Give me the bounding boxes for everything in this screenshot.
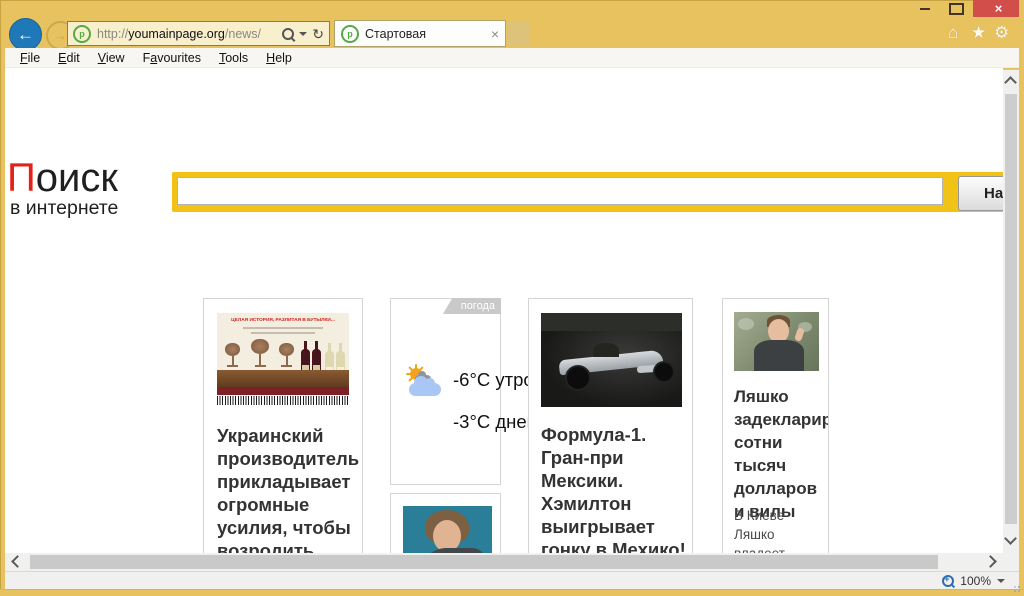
maximize-icon [949, 3, 964, 15]
f1-cockpit-shape [593, 343, 619, 357]
menu-edit[interactable]: Edit [49, 51, 89, 65]
wine-image-subtext-line [251, 332, 315, 334]
new-tab-button[interactable] [508, 21, 530, 46]
url-text: http://youmainpage.org/news/ [97, 27, 261, 41]
site-favicon: p [73, 25, 91, 43]
wine-image-caption: ЦЕЛАЯ ИСТОРИЯ, РАЗЛИТАЯ В БУТЫЛКИ... [230, 318, 336, 323]
zoom-control[interactable]: 100% [942, 574, 1005, 588]
resize-grip[interactable] [1018, 590, 1020, 592]
menu-file[interactable]: File [11, 51, 49, 65]
f1-article-image[interactable] [541, 313, 682, 407]
chevron-down-icon[interactable] [299, 32, 307, 36]
wine-glass-shape [225, 343, 240, 367]
back-button[interactable]: ← [9, 18, 42, 51]
search-icon[interactable] [282, 28, 294, 40]
news-card-wine: ЦЕЛАЯ ИСТОРИЯ, РАЗЛИТАЯ В БУТЫЛКИ... Укр… [203, 298, 363, 553]
tab-startovaya[interactable]: p Стартовая × [334, 20, 506, 47]
f1-background-shape [541, 313, 682, 331]
zoom-magnifier-icon [942, 575, 954, 587]
portrait-article-image[interactable] [403, 506, 492, 553]
news-snippet: В Киеве Ляшко владеет двумя квартирами, [734, 506, 822, 553]
browser-window: × ← → p http://youmainpage.org/news/ ↻ p… [0, 0, 1024, 596]
logo-subtitle: в интернете [10, 199, 118, 219]
scroll-left-icon[interactable] [11, 555, 24, 568]
weather-widget: погода -6°C утром -3°C днем [390, 298, 501, 485]
wine-banner-strip [217, 387, 349, 395]
scroll-right-icon[interactable] [984, 555, 997, 568]
search-form: Найти [172, 172, 1003, 212]
wine-glass-shape [251, 339, 269, 367]
f1-wheel-shape [653, 361, 675, 383]
thumbs-up-shape [794, 327, 805, 342]
minimize-button[interactable] [912, 0, 938, 17]
menu-tools[interactable]: Tools [210, 51, 257, 65]
background-blob [738, 318, 754, 330]
wine-image-subtext-line [243, 327, 323, 329]
temperature-day: -3°C днем [453, 411, 539, 433]
close-button[interactable]: × [973, 0, 1024, 17]
minimize-icon [920, 8, 930, 10]
logo-title: Поиск [7, 158, 118, 198]
horizontal-scrollbar-thumb[interactable] [30, 555, 938, 569]
lyashko-body-shape [754, 340, 804, 371]
window-frame [0, 589, 1024, 596]
news-card-lyashko: Ляшко задеклариро сотни тысяч долларов и… [722, 298, 829, 553]
page-viewport: Поиск в интернете Найти ЦЕЛАЯ ИСТОРИЯ, Р… [5, 68, 1003, 553]
status-bar: 100% [5, 571, 1019, 589]
tab-close-icon[interactable]: × [491, 26, 499, 42]
address-bar-icons: ↻ [282, 27, 324, 41]
scroll-up-icon[interactable] [1004, 76, 1017, 89]
wine-table-shape [217, 370, 349, 387]
menu-bar: File Edit View Favourites Tools Help [5, 48, 1019, 68]
window-frame [1019, 0, 1024, 596]
news-headline[interactable]: Формула-1. Гран-при Мексики. Хэмилтон вы… [541, 423, 687, 553]
zoom-dropdown-icon[interactable] [997, 579, 1005, 583]
wine-article-image[interactable]: ЦЕЛАЯ ИСТОРИЯ, РАЗЛИТАЯ В БУТЫЛКИ... [217, 313, 349, 405]
wine-glass-shape [279, 343, 294, 367]
favorites-star-icon[interactable]: ★ [971, 24, 986, 42]
maximize-button[interactable] [942, 0, 970, 17]
news-card-f1: Формула-1. Гран-при Мексики. Хэмилтон вы… [528, 298, 693, 553]
news-card-portrait [390, 493, 501, 553]
tab-title: Стартовая [365, 27, 426, 41]
address-bar[interactable]: p http://youmainpage.org/news/ ↻ [67, 21, 330, 46]
horizontal-scrollbar[interactable] [5, 553, 1003, 571]
scroll-down-icon[interactable] [1004, 532, 1017, 545]
close-icon: × [995, 1, 1003, 16]
cloud-icon [409, 383, 441, 396]
vertical-scrollbar-thumb[interactable] [1005, 94, 1017, 524]
menu-favourites[interactable]: Favourites [134, 51, 210, 65]
settings-gear-icon[interactable]: ⚙ [994, 24, 1009, 42]
menu-view[interactable]: View [89, 51, 134, 65]
forward-arrow-icon: → [54, 28, 67, 43]
home-icon[interactable]: ⌂ [948, 24, 958, 42]
weather-tab-label: погода [443, 298, 501, 314]
refresh-icon[interactable]: ↻ [312, 27, 324, 41]
wine-smalltext-strip [217, 396, 349, 405]
vertical-scrollbar[interactable] [1003, 70, 1019, 553]
scrollbar-corner [1003, 553, 1019, 571]
news-headline[interactable]: Украинский производитель прикладывает ог… [217, 424, 355, 553]
sun-cloud-icon [403, 361, 449, 405]
back-arrow-icon: ← [17, 25, 34, 45]
f1-wheel-shape [565, 365, 591, 391]
tab-favicon: p [341, 25, 359, 43]
site-logo: Поиск в интернете [7, 158, 118, 219]
zoom-level: 100% [960, 574, 991, 588]
search-submit-button[interactable]: Найти [958, 176, 1003, 211]
news-headline[interactable]: Ляшко задеклариро сотни тысяч долларов и… [734, 385, 822, 523]
lyashko-article-image[interactable] [734, 312, 819, 371]
menu-help[interactable]: Help [257, 51, 301, 65]
search-input[interactable] [177, 177, 943, 205]
